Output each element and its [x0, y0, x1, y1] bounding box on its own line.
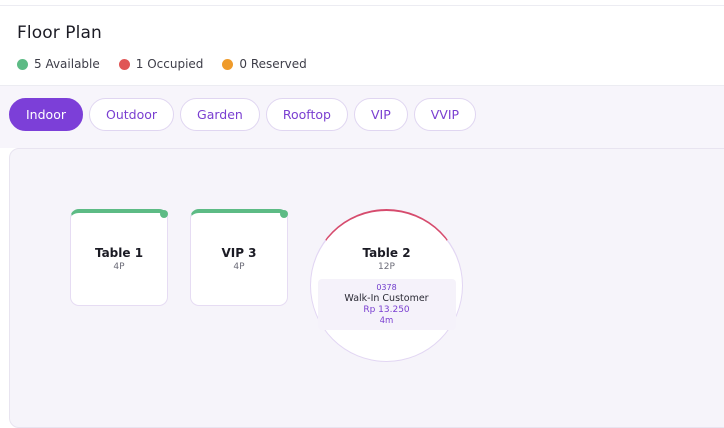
floor-plan-header: Floor Plan 5 Available 1 Occupied 0 Rese…	[0, 6, 724, 86]
tab-garden[interactable]: Garden	[180, 98, 260, 131]
tab-vvip[interactable]: VVIP	[413, 98, 477, 131]
status-legend: 5 Available 1 Occupied 0 Reserved	[17, 57, 326, 71]
legend-occupied: 1 Occupied	[118, 57, 204, 71]
legend-available-label: 5 Available	[34, 57, 100, 71]
available-status-dot-icon	[280, 210, 288, 218]
tab-outdoor[interactable]: Outdoor	[88, 98, 175, 131]
table-capacity: 4P	[233, 262, 245, 272]
active-order-summary: 0378 Walk-In Customer Rp 13.250 4m	[317, 279, 456, 330]
table-capacity: 12P	[378, 262, 395, 272]
tab-rooftop[interactable]: Rooftop	[265, 98, 348, 131]
tab-indoor[interactable]: Indoor	[9, 98, 83, 131]
legend-occupied-label: 1 Occupied	[135, 57, 204, 71]
order-amount: Rp 13.250	[363, 304, 410, 315]
available-status-dot-icon	[160, 210, 168, 218]
table-name: VIP 3	[221, 246, 257, 260]
order-id: 0378	[376, 282, 397, 292]
legend-reserved: 0 Reserved	[222, 57, 307, 71]
table-capacity: 4P	[113, 262, 125, 272]
area-tabs-bar: Indoor Outdoor Garden Rooftop VIP VVIP	[0, 86, 724, 148]
reserved-dot-icon	[222, 58, 234, 70]
table-name: Table 2	[362, 246, 411, 260]
area-tabs: Indoor Outdoor Garden Rooftop VIP VVIP	[9, 98, 477, 131]
table-card-table-2[interactable]: Table 2 12P 0378 Walk-In Customer Rp 13.…	[310, 209, 463, 362]
legend-reserved-label: 0 Reserved	[239, 57, 307, 71]
legend-available: 5 Available	[17, 57, 100, 71]
order-customer: Walk-In Customer	[344, 292, 429, 304]
floor-canvas: Table 1 4P VIP 3 4P Table 2 12P 0378 Wal…	[9, 148, 724, 428]
available-dot-icon	[17, 58, 28, 70]
table-card-vip-3[interactable]: VIP 3 4P	[190, 209, 288, 306]
occupied-dot-icon	[118, 58, 130, 70]
table-card-table-1[interactable]: Table 1 4P	[70, 209, 168, 306]
table-name: Table 1	[94, 246, 144, 260]
tab-vip[interactable]: VIP	[353, 98, 408, 131]
order-elapsed-time: 4m	[379, 315, 394, 326]
page-title: Floor Plan	[17, 23, 102, 43]
